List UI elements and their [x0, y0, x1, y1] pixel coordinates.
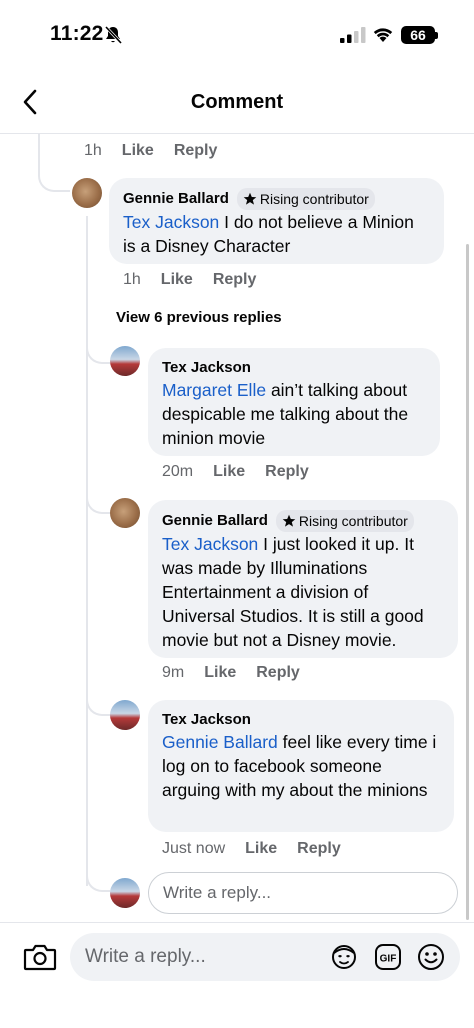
reply-button[interactable]: Reply	[256, 664, 300, 682]
mention-link[interactable]: Tex Jackson	[123, 212, 219, 232]
mention-link[interactable]: Margaret Elle	[162, 380, 266, 400]
wifi-icon	[373, 28, 393, 42]
status-bar: 11:22 66	[0, 0, 474, 70]
comment-author[interactable]: Gennie Ballard	[123, 189, 229, 209]
comment-author[interactable]: Tex Jackson	[162, 710, 251, 730]
avatar[interactable]	[72, 178, 102, 208]
signal-icon	[340, 27, 366, 43]
thread-line	[38, 134, 40, 174]
scrollbar[interactable]	[466, 244, 469, 920]
thread-line	[86, 692, 110, 716]
status-time: 11:22	[50, 22, 104, 45]
bell-off-icon	[104, 25, 123, 45]
reply-button[interactable]: Reply	[213, 271, 257, 289]
bottom-composer-bar: Write a reply... GIF	[0, 922, 474, 1028]
comment-text: Margaret Elle ain’t talking about despic…	[162, 378, 426, 450]
like-button[interactable]: Like	[161, 271, 193, 289]
avatar[interactable]	[110, 346, 140, 376]
comment-text: Gennie Ballard feel like every time i lo…	[162, 730, 440, 802]
rising-contributor-badge: Rising contributor	[275, 510, 414, 532]
avatar[interactable]	[110, 700, 140, 730]
mention-link[interactable]: Gennie Ballard	[162, 732, 278, 752]
comment-bubble: Tex Jackson Gennie Ballard feel like eve…	[148, 700, 454, 832]
like-button[interactable]: Like	[245, 840, 277, 858]
comment-text: Tex Jackson I just looked it up. It was …	[162, 532, 444, 652]
emoji-icon[interactable]	[417, 943, 445, 971]
battery-indicator: 66	[401, 26, 435, 44]
star-icon	[282, 514, 296, 527]
like-button[interactable]: Like	[213, 463, 245, 481]
mention-link[interactable]: Tex Jackson	[162, 534, 258, 554]
like-button[interactable]: Like	[122, 142, 154, 160]
view-previous-replies-link[interactable]: View 6 previous replies	[116, 309, 282, 326]
rising-contributor-badge: Rising contributor	[236, 188, 375, 210]
badge-label: Rising contributor	[298, 513, 408, 529]
comment-bubble: Gennie Ballard Rising contributor Tex Ja…	[148, 500, 458, 658]
badge-label: Rising contributor	[259, 191, 369, 207]
comment-time: Just now	[162, 840, 226, 857]
comment-author[interactable]: Tex Jackson	[162, 358, 251, 378]
thread-line	[38, 172, 70, 192]
comment-time: 1h	[84, 142, 102, 159]
like-button[interactable]: Like	[204, 664, 236, 682]
page-title: Comment	[190, 91, 284, 113]
camera-icon[interactable]	[22, 941, 58, 973]
composer-placeholder: Write a reply...	[85, 946, 206, 967]
reply-button[interactable]: Reply	[297, 840, 341, 858]
comment-meta: 1h Like Reply	[123, 271, 276, 289]
comment-meta: 9m Like Reply	[162, 664, 320, 682]
comment-time: 1h	[123, 271, 141, 288]
gif-icon[interactable]: GIF	[374, 943, 402, 971]
avatar[interactable]	[110, 498, 140, 528]
comment-meta: 20m Like Reply	[162, 463, 329, 481]
nav-bar: Comment	[0, 70, 474, 134]
comment-time: 9m	[162, 664, 185, 681]
comment-meta: 1h Like Reply	[84, 142, 237, 160]
comment-text: Tex Jackson I do not believe a Minion is…	[123, 210, 430, 258]
thread-line	[86, 216, 88, 886]
thread-line	[86, 490, 110, 514]
inline-reply-input[interactable]: Write a reply...	[148, 872, 458, 914]
comment-bubble: Gennie Ballard Rising contributor Tex Ja…	[109, 178, 444, 264]
thread-line	[86, 868, 110, 892]
reply-button[interactable]: Reply	[265, 463, 309, 481]
comment-time: 20m	[162, 463, 194, 480]
reply-composer[interactable]: Write a reply... GIF	[70, 933, 460, 981]
thread-line	[86, 340, 110, 364]
comment-bubble: Tex Jackson Margaret Elle ain’t talking …	[148, 348, 440, 456]
svg-text:GIF: GIF	[380, 954, 397, 965]
comment-author[interactable]: Gennie Ballard	[162, 511, 268, 531]
battery-tip	[435, 32, 438, 39]
reply-button[interactable]: Reply	[174, 142, 218, 160]
comment-meta: Just now Like Reply	[162, 840, 361, 858]
star-icon	[243, 192, 257, 205]
avatar-sticker-icon[interactable]	[330, 943, 358, 971]
avatar	[110, 878, 140, 908]
